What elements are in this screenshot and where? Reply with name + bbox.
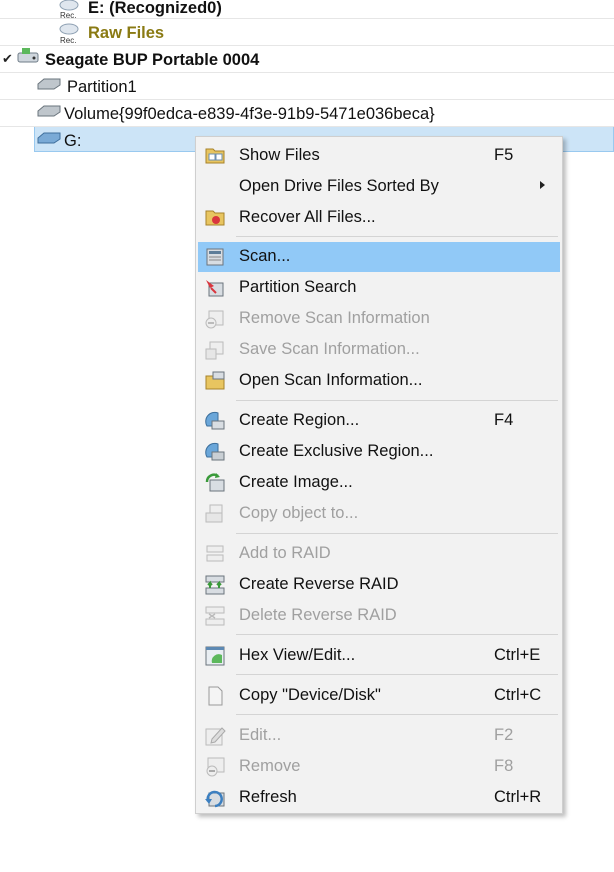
menu-add-to-raid[interactable]: Add to RAID xyxy=(198,539,560,569)
delete-raid-icon xyxy=(204,605,226,627)
hard-drive-icon xyxy=(16,47,42,72)
submenu-arrow-icon xyxy=(540,181,545,189)
menu-create-reverse-raid[interactable]: Create Reverse RAID xyxy=(198,570,560,600)
partition-icon xyxy=(36,103,62,124)
menu-create-region[interactable]: Create Region... F4 xyxy=(198,406,560,436)
menu-save-scan-information[interactable]: Save Scan Information... xyxy=(198,335,560,365)
partition-icon xyxy=(36,76,62,97)
menu-shortcut: Ctrl+R xyxy=(494,788,542,806)
show-files-icon xyxy=(204,145,226,167)
remove-scan-icon xyxy=(204,308,226,330)
menu-label: Create Exclusive Region... xyxy=(239,442,434,460)
svg-text:Rec.: Rec. xyxy=(60,36,76,45)
menu-label: Create Reverse RAID xyxy=(239,575,399,593)
menu-label: Recover All Files... xyxy=(239,208,376,226)
menu-shortcut: F4 xyxy=(494,411,514,429)
menu-partition-search[interactable]: Partition Search xyxy=(198,273,560,303)
menu-copy-object-to[interactable]: Copy object to... xyxy=(198,499,560,529)
create-image-icon xyxy=(204,472,226,494)
menu-shortcut: F2 xyxy=(494,726,514,744)
partition-icon xyxy=(36,130,62,151)
menu-separator xyxy=(236,236,558,237)
menu-show-files[interactable]: Show Files F5 xyxy=(198,141,560,171)
menu-label: Add to RAID xyxy=(239,544,331,562)
expanded-check-icon[interactable]: ✔ xyxy=(2,51,13,67)
tree-row-volume[interactable]: Volume{99f0edca-e839-4f3e-91b9-5471e036b… xyxy=(0,100,614,127)
menu-open-scan-information[interactable]: Open Scan Information... xyxy=(198,366,560,396)
menu-shortcut: Ctrl+C xyxy=(494,686,542,704)
menu-label: Open Drive Files Sorted By xyxy=(239,177,439,195)
menu-hex-view-edit[interactable]: Hex View/Edit... Ctrl+E xyxy=(198,641,560,671)
menu-label: Copy object to... xyxy=(239,504,359,522)
menu-refresh[interactable]: Refresh Ctrl+R xyxy=(198,783,560,813)
menu-label: Refresh xyxy=(239,788,297,806)
menu-label: Copy "Device/Disk" xyxy=(239,686,381,704)
tree-row-label: Seagate BUP Portable 0004 xyxy=(45,51,260,69)
menu-create-exclusive-region[interactable]: Create Exclusive Region... xyxy=(198,437,560,467)
menu-label: Hex View/Edit... xyxy=(239,646,356,664)
menu-separator xyxy=(236,634,558,635)
tree-row-seagate[interactable]: ✔ Seagate BUP Portable 0004 xyxy=(0,46,614,73)
menu-label: Show Files xyxy=(239,146,320,164)
menu-label: Create Image... xyxy=(239,473,353,491)
menu-label: Save Scan Information... xyxy=(239,340,420,358)
menu-create-image[interactable]: Create Image... xyxy=(198,468,560,498)
menu-label: Partition Search xyxy=(239,278,357,296)
hex-view-icon xyxy=(204,645,226,667)
edit-icon xyxy=(204,725,226,747)
menu-recover-all-files[interactable]: Recover All Files... xyxy=(198,203,560,233)
menu-delete-reverse-raid[interactable]: Delete Reverse RAID xyxy=(198,601,560,631)
menu-separator xyxy=(236,400,558,401)
tree-row-raw-files[interactable]: Rec. Raw Files xyxy=(0,19,614,46)
menu-remove[interactable]: Remove F8 xyxy=(198,752,560,782)
tree-row-label: Volume{99f0edca-e839-4f3e-91b9-5471e036b… xyxy=(64,105,435,123)
menu-label: Delete Reverse RAID xyxy=(239,606,397,624)
tree-row-recognized0[interactable]: Rec. E: (Recognized0) xyxy=(0,0,614,20)
recover-files-icon xyxy=(204,207,226,229)
tree-row-label: Partition1 xyxy=(67,78,137,96)
menu-label: Scan... xyxy=(239,247,291,265)
menu-shortcut: Ctrl+E xyxy=(494,646,541,664)
copy-icon xyxy=(204,685,226,707)
create-region-icon xyxy=(204,410,226,432)
remove-icon xyxy=(204,756,226,778)
menu-label: Edit... xyxy=(239,726,282,744)
exclusive-region-icon xyxy=(204,441,226,463)
menu-edit[interactable]: Edit... F2 xyxy=(198,721,560,751)
menu-scan[interactable]: Scan... xyxy=(198,242,560,272)
menu-separator xyxy=(236,533,558,534)
menu-shortcut: F8 xyxy=(494,757,514,775)
tree-row-label: E: (Recognized0) xyxy=(88,0,222,17)
menu-label: Remove xyxy=(239,757,301,775)
scan-icon xyxy=(204,246,226,268)
menu-shortcut: F5 xyxy=(494,146,514,164)
open-scan-icon xyxy=(204,370,226,392)
menu-label: Create Region... xyxy=(239,411,360,429)
menu-label: Remove Scan Information xyxy=(239,309,430,327)
reverse-raid-icon xyxy=(204,574,226,596)
menu-remove-scan-information[interactable]: Remove Scan Information xyxy=(198,304,560,334)
menu-label: Open Scan Information... xyxy=(239,371,423,389)
context-menu: Show Files F5 Open Drive Files Sorted By… xyxy=(195,136,563,814)
refresh-icon xyxy=(204,787,226,809)
menu-open-drive-files-sorted-by[interactable]: Open Drive Files Sorted By xyxy=(198,172,560,202)
tree-row-partition1[interactable]: Partition1 xyxy=(0,73,614,100)
add-raid-icon xyxy=(204,543,226,565)
partition-search-icon xyxy=(204,277,226,299)
menu-separator xyxy=(236,674,558,675)
save-scan-icon xyxy=(204,339,226,361)
tree-row-label: Raw Files xyxy=(88,24,165,42)
menu-copy-device-disk[interactable]: Copy "Device/Disk" Ctrl+C xyxy=(198,681,560,711)
copy-object-icon xyxy=(204,503,226,525)
menu-separator xyxy=(236,714,558,715)
tree-row-label: G: xyxy=(64,132,82,150)
